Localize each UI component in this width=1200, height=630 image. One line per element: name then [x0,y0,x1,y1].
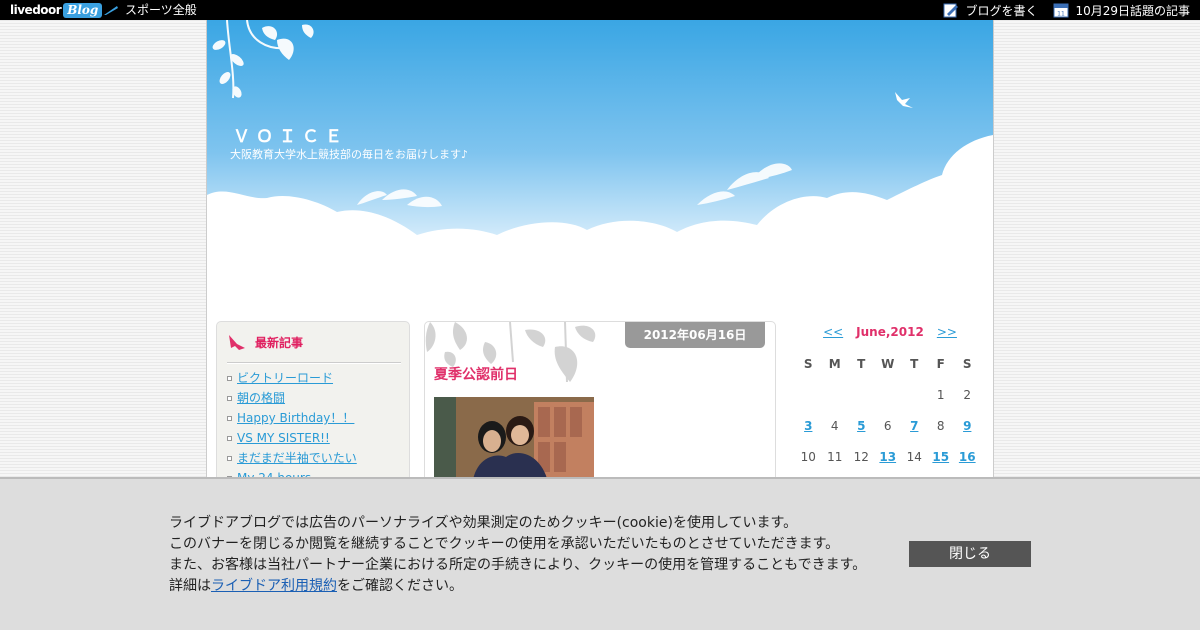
calendar-day-link[interactable]: 5 [848,410,875,441]
recent-posts-list: ビクトリーロード 朝の格闘 Happy Birthday！！ VS MY SIS… [227,368,357,488]
calendar-day-link[interactable]: 7 [901,410,928,441]
list-item: 朝の格闘 [227,388,357,408]
cookie-notice: ライブドアブログでは広告のパーソナライズや効果測定のためクッキー(cookie)… [169,513,866,597]
calendar-prev-link[interactable]: << [823,325,843,339]
blog-title[interactable]: ＶＯＩＣＥ [233,122,348,147]
cookie-line: このバナーを閉じるか閲覧を継続することでクッキーの使用を承認いただいたものとさせ… [169,536,840,552]
weekday-label: W [881,356,895,371]
calendar-table: S M T W T F S 1 2 3 4 5 6 7 8 9 10 11 12 13 14 15 16 [795,348,981,472]
trending-label: 10月29日話題の記事 [1075,3,1190,18]
cookie-line: ライブドアブログでは広告のパーソナライズや効果測定のためクッキー(cookie)… [169,515,798,531]
quill-icon [104,6,119,15]
cookie-line: また、お客様は当社パートナー企業における所定の手続きにより、クッキーの使用を管理… [169,557,867,573]
write-icon [943,3,959,18]
weekday-label: T [857,356,866,371]
calendar-header: << June,2012 >> [795,322,985,342]
recent-posts-title: 最新記事 [255,335,304,350]
category-link[interactable]: スポーツ全般 [125,0,197,20]
entry-photo[interactable] [434,397,594,487]
cookie-details-prefix: 詳細は [169,578,211,594]
calendar-icon: 11 [1053,3,1069,18]
calendar-day: 14 [906,449,922,464]
calendar-day [901,379,928,410]
calendar-week: 3456789 [795,410,981,441]
calendar-week: 10 11 12 13 14 15 16 [795,441,981,472]
calendar-days: 1 2 3 4 5 6 7 8 9 10 11 12 13 14 15 16 [795,379,981,472]
sky-clouds-illustration [207,20,993,315]
calendar-day-link[interactable]: 13 [875,441,902,472]
recent-post-link[interactable]: VS MY SISTER!! [237,430,330,446]
calendar-day: 4 [830,418,839,433]
bullet-icon [227,455,232,461]
calendar-day: 10 [800,449,816,464]
calendar-day: 6 [883,418,892,433]
calendar-day: 8 [936,418,945,433]
list-item: VS MY SISTER!! [227,428,357,448]
weekday-label: F [936,356,945,371]
calendar-day [848,379,875,410]
recent-post-link[interactable]: Happy Birthday！！ [237,410,354,426]
write-blog-label: ブログを書く [965,3,1038,18]
calendar-day [822,379,849,410]
list-item: まだまだ半袖でいたい [227,448,357,468]
calendar-day: 11 [827,449,843,464]
bullet-icon [227,375,232,381]
trending-link[interactable]: 11 10月29日話題の記事 [1053,2,1190,19]
entry-date: 2012年06月16日 [625,322,765,348]
weekday-label: S [962,356,972,371]
bullet-icon [227,395,232,401]
weekday-label: S [803,356,813,371]
weekday-label: M [828,356,841,371]
list-item: Happy Birthday！！ [227,408,357,428]
logo-badge: Blog [63,2,103,18]
blog-description: 大阪教育大学水上競技部の毎日をお届けします♪ [230,148,469,161]
divider [227,362,401,364]
svg-text:11: 11 [1058,11,1066,18]
close-button[interactable]: 閉じる [909,541,1031,567]
recent-post-link[interactable]: 朝の格闘 [237,390,285,406]
bullet-icon [227,435,232,441]
bird-icon [229,335,245,350]
terms-link[interactable]: ライブドア利用規約 [211,578,337,594]
recent-posts-heading: 最新記事 [227,332,303,352]
calendar-day [875,379,902,410]
calendar-widget: << June,2012 >> S M T W T F S 1234567891… [795,322,985,472]
calendar-day [795,379,822,410]
top-bar-actions: ブログを書く 11 10月29日話題の記事 [927,0,1190,20]
weekday-label: T [910,356,919,371]
livedoor-blog-logo[interactable]: livedoor Blog [10,1,119,19]
calendar-day-link[interactable]: 15 [928,441,955,472]
cookie-line: 詳細はライブドア利用規約をご確認ください。 [169,576,866,597]
calendar-day-link[interactable]: 3 [795,410,822,441]
calendar-day-link[interactable]: 16 [954,441,981,472]
calendar-week: 12 [795,379,981,410]
logo-text: livedoor [10,3,62,17]
calendar-weekdays: S M T W T F S [795,348,981,379]
calendar-day: 1 [936,387,945,402]
calendar-day-link[interactable]: 9 [954,410,981,441]
calendar-month: June,2012 [856,325,924,339]
calendar-next-link[interactable]: >> [937,325,957,339]
top-bar: livedoor Blog スポーツ全般 ブログを書く 11 10月29日話題の… [0,0,1200,20]
cookie-details-suffix: をご確認ください。 [337,578,463,594]
entry-title[interactable]: 夏季公認前日 [434,364,518,384]
list-item: ビクトリーロード [227,368,357,388]
bullet-icon [227,415,232,421]
cookie-banner: ライブドアブログでは広告のパーソナライズや効果測定のためクッキー(cookie)… [0,477,1200,630]
write-blog-link[interactable]: ブログを書く [943,2,1037,19]
recent-post-link[interactable]: まだまだ半袖でいたい [237,450,357,466]
blog-header: ＶＯＩＣＥ 大阪教育大学水上競技部の毎日をお届けします♪ [207,20,993,315]
calendar-day: 2 [963,387,972,402]
recent-post-link[interactable]: ビクトリーロード [237,370,333,386]
calendar-day: 12 [853,449,869,464]
